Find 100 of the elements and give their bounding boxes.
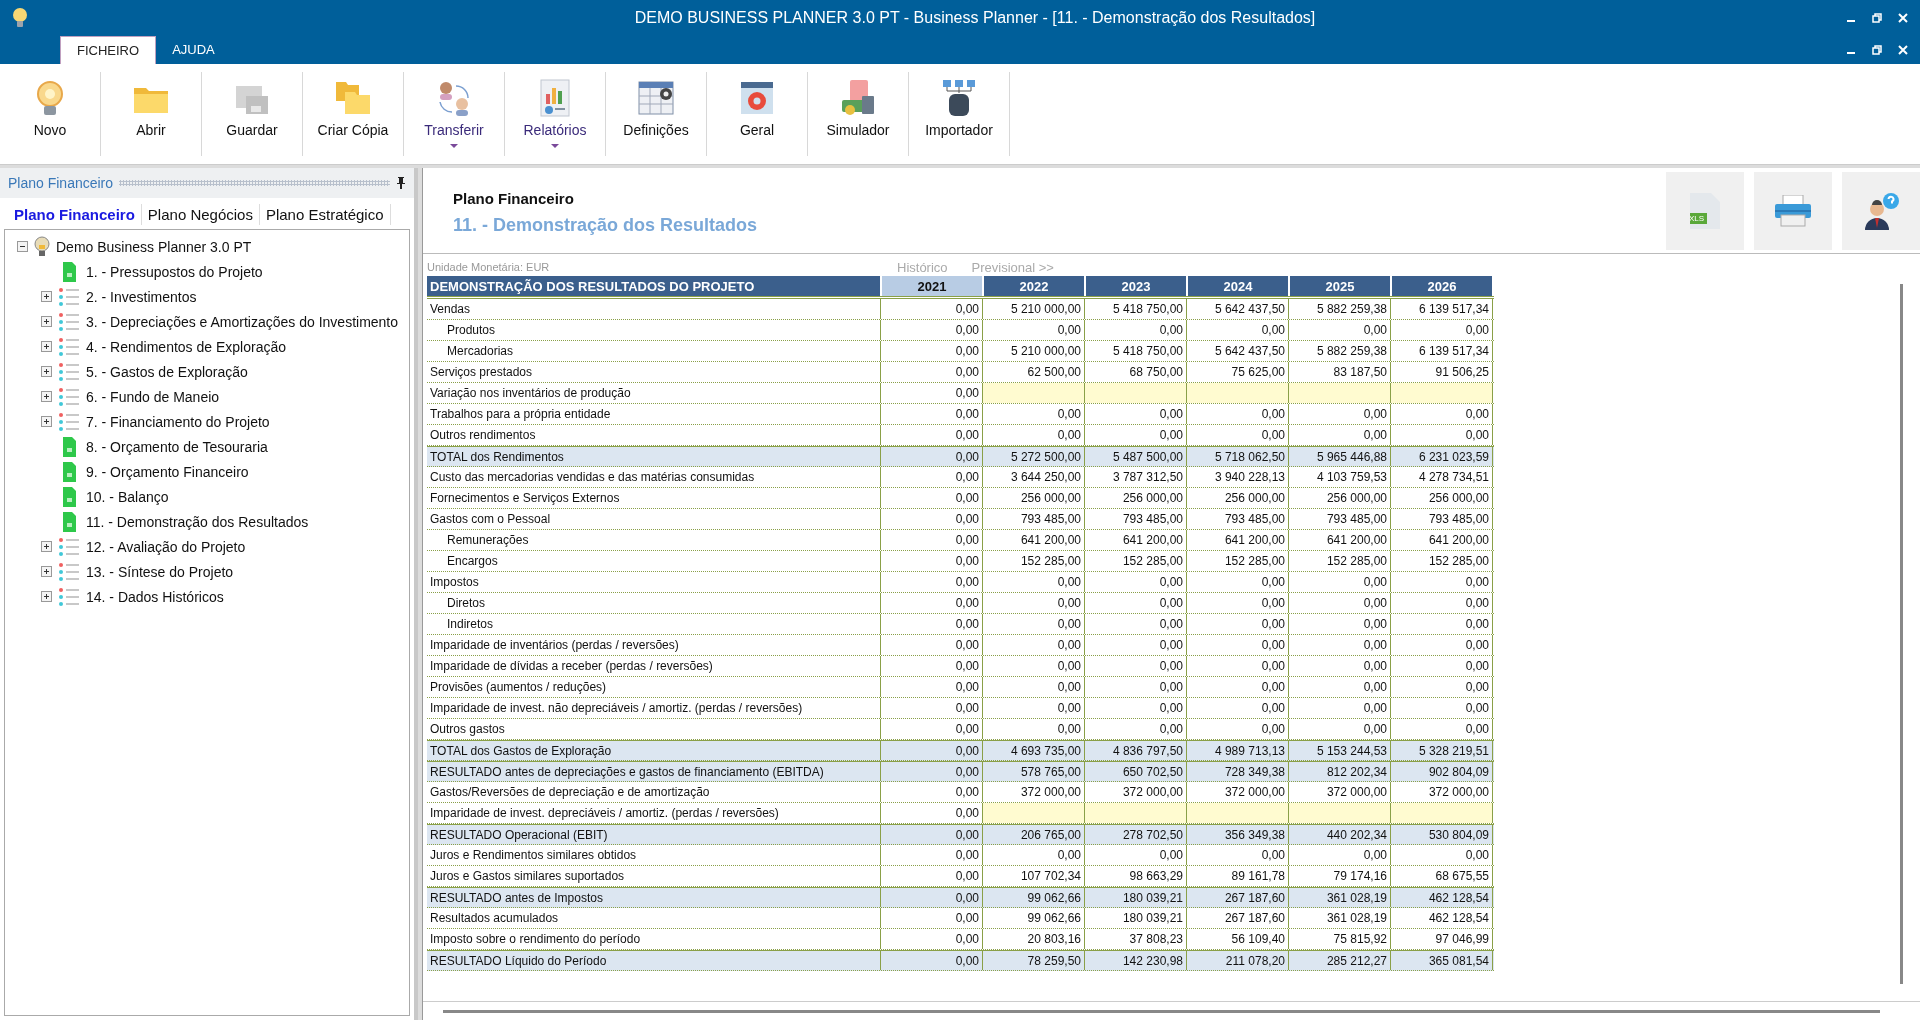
table-cell: 152 285,00 bbox=[1289, 551, 1391, 571]
expand-icon[interactable] bbox=[41, 591, 52, 602]
ribbon-button[interactable]: Relatórios bbox=[505, 72, 606, 156]
tree-item[interactable]: 5. - Gastos de Exploração bbox=[86, 363, 248, 380]
table-cell: 0,00 bbox=[1391, 656, 1493, 676]
table-cell: 641 200,00 bbox=[1187, 530, 1289, 550]
table-cell: 256 000,00 bbox=[983, 488, 1085, 508]
ribbon-button[interactable]: Transferir bbox=[404, 72, 505, 156]
tree-item[interactable]: 1. - Pressupostos do Projeto bbox=[86, 263, 263, 280]
expand-icon[interactable] bbox=[41, 566, 52, 577]
tree-item[interactable]: 6. - Fundo de Maneio bbox=[86, 388, 220, 405]
tree-item[interactable]: 4. - Rendimentos de Exploração bbox=[86, 338, 286, 355]
input-cell[interactable] bbox=[1085, 383, 1187, 403]
expand-icon[interactable] bbox=[41, 316, 52, 327]
expand-icon[interactable] bbox=[41, 391, 52, 402]
input-cell[interactable] bbox=[983, 383, 1085, 403]
tree-item[interactable]: 14. - Dados Históricos bbox=[86, 588, 224, 605]
table-cell: 902 804,09 bbox=[1391, 762, 1493, 781]
tree-item[interactable]: 10. - Balanço bbox=[86, 488, 169, 505]
table-cell: 0,00 bbox=[881, 488, 983, 508]
list-icon bbox=[58, 586, 80, 607]
input-cell[interactable] bbox=[1289, 803, 1391, 823]
table-cell: 0,00 bbox=[1187, 845, 1289, 865]
pin-icon[interactable] bbox=[396, 177, 406, 189]
table-cell: 0,00 bbox=[1391, 614, 1493, 634]
table-cell: 0,00 bbox=[1085, 320, 1187, 340]
expand-icon[interactable] bbox=[41, 341, 52, 352]
close-icon[interactable] bbox=[1898, 45, 1908, 55]
collapse-icon[interactable] bbox=[17, 241, 28, 252]
table-cell: 5 642 437,50 bbox=[1187, 341, 1289, 361]
table-cell: 0,00 bbox=[1289, 572, 1391, 592]
panel-tab[interactable]: Plano Estratégico bbox=[259, 204, 391, 225]
table-cell: 0,00 bbox=[1187, 677, 1289, 697]
table-cell: 440 202,34 bbox=[1289, 825, 1391, 844]
table-cell: 0,00 bbox=[1289, 593, 1391, 613]
tree-item[interactable]: 12. - Avaliação do Projeto bbox=[86, 538, 246, 555]
table-cell: 68 675,55 bbox=[1391, 866, 1493, 886]
expand-icon[interactable] bbox=[41, 366, 52, 377]
ribbon-button[interactable]: Definições bbox=[606, 72, 707, 156]
table-cell: 3 787 312,50 bbox=[1085, 467, 1187, 487]
ribbon-tab[interactable]: FICHEIRO bbox=[60, 36, 157, 64]
input-cell[interactable] bbox=[983, 803, 1085, 823]
table-cell: 365 081,54 bbox=[1391, 951, 1493, 970]
ribbon-button[interactable]: Simulador bbox=[808, 72, 909, 156]
ribbon-button[interactable]: Criar Cópia bbox=[303, 72, 404, 156]
row-label: Gastos com o Pessoal bbox=[427, 509, 881, 529]
expand-icon[interactable] bbox=[41, 291, 52, 302]
table-cell: 0,00 bbox=[1187, 593, 1289, 613]
panel-tab[interactable]: Plano Negócios bbox=[141, 204, 260, 225]
column-header: 2024 bbox=[1188, 276, 1290, 296]
panel-title: Plano Financeiro bbox=[8, 175, 114, 191]
table-cell: 0,00 bbox=[881, 341, 983, 361]
row-label: Juros e Gastos similares suportados bbox=[427, 866, 881, 886]
input-cell[interactable] bbox=[1187, 383, 1289, 403]
table-cell: 0,00 bbox=[1085, 677, 1187, 697]
table-cell: 372 000,00 bbox=[1391, 782, 1493, 802]
table-cell: 793 485,00 bbox=[1391, 509, 1493, 529]
tree-item[interactable]: 11. - Demonstração dos Resultados bbox=[86, 513, 309, 530]
table-cell: 0,00 bbox=[1289, 320, 1391, 340]
tree-item[interactable]: 8. - Orçamento de Tesouraria bbox=[86, 438, 268, 455]
restore-icon[interactable] bbox=[1872, 45, 1882, 55]
close-icon[interactable] bbox=[1898, 13, 1908, 23]
table-cell: 5 718 062,50 bbox=[1187, 447, 1289, 466]
table-cell: 0,00 bbox=[1085, 845, 1187, 865]
ribbon-button[interactable]: Importador bbox=[909, 72, 1010, 156]
table-cell: 641 200,00 bbox=[983, 530, 1085, 550]
tree-item[interactable]: 13. - Síntese do Projeto bbox=[86, 563, 234, 580]
input-cell[interactable] bbox=[1289, 383, 1391, 403]
table-cell: 5 272 500,00 bbox=[983, 447, 1085, 466]
table-cell: 5 882 259,38 bbox=[1289, 299, 1391, 319]
tree-item[interactable]: 9. - Orçamento Financeiro bbox=[86, 463, 249, 480]
row-label: TOTAL dos Rendimentos bbox=[427, 447, 881, 466]
table-cell: 0,00 bbox=[1085, 614, 1187, 634]
input-cell[interactable] bbox=[1187, 803, 1289, 823]
tree-item[interactable]: 7. - Financiamento do Projeto bbox=[86, 413, 270, 430]
restore-icon[interactable] bbox=[1872, 13, 1882, 23]
ribbon-button[interactable]: Novo bbox=[0, 72, 101, 156]
person-question-icon bbox=[1862, 192, 1900, 230]
panel-tab[interactable]: Plano Financeiro bbox=[8, 204, 142, 225]
input-cell[interactable] bbox=[1391, 383, 1493, 403]
ribbon-button[interactable]: Abrir bbox=[101, 72, 202, 156]
tree-item[interactable]: 3. - Depreciações e Amortizações do Investimento bbox=[86, 313, 399, 330]
help-button[interactable] bbox=[1842, 172, 1920, 250]
expand-icon[interactable] bbox=[41, 416, 52, 427]
input-cell[interactable] bbox=[1391, 803, 1493, 823]
tree-item[interactable]: 2. - Investimentos bbox=[86, 288, 197, 305]
table-cell: 0,00 bbox=[1289, 614, 1391, 634]
list-icon bbox=[58, 286, 80, 307]
table-cell: 91 506,25 bbox=[1391, 362, 1493, 382]
table-cell: 641 200,00 bbox=[1391, 530, 1493, 550]
table-cell: 0,00 bbox=[983, 320, 1085, 340]
tree-item[interactable]: Demo Business Planner 3.0 PT bbox=[56, 238, 252, 255]
ribbon-tab[interactable]: AJUDA bbox=[156, 36, 231, 64]
table-cell: 152 285,00 bbox=[1187, 551, 1289, 571]
print-button[interactable] bbox=[1754, 172, 1832, 250]
expand-icon[interactable] bbox=[41, 541, 52, 552]
input-cell[interactable] bbox=[1085, 803, 1187, 823]
table-cell: 641 200,00 bbox=[1085, 530, 1187, 550]
row-label: Fornecimentos e Serviços Externos bbox=[427, 488, 881, 508]
ribbon-button[interactable]: Geral bbox=[707, 72, 808, 156]
